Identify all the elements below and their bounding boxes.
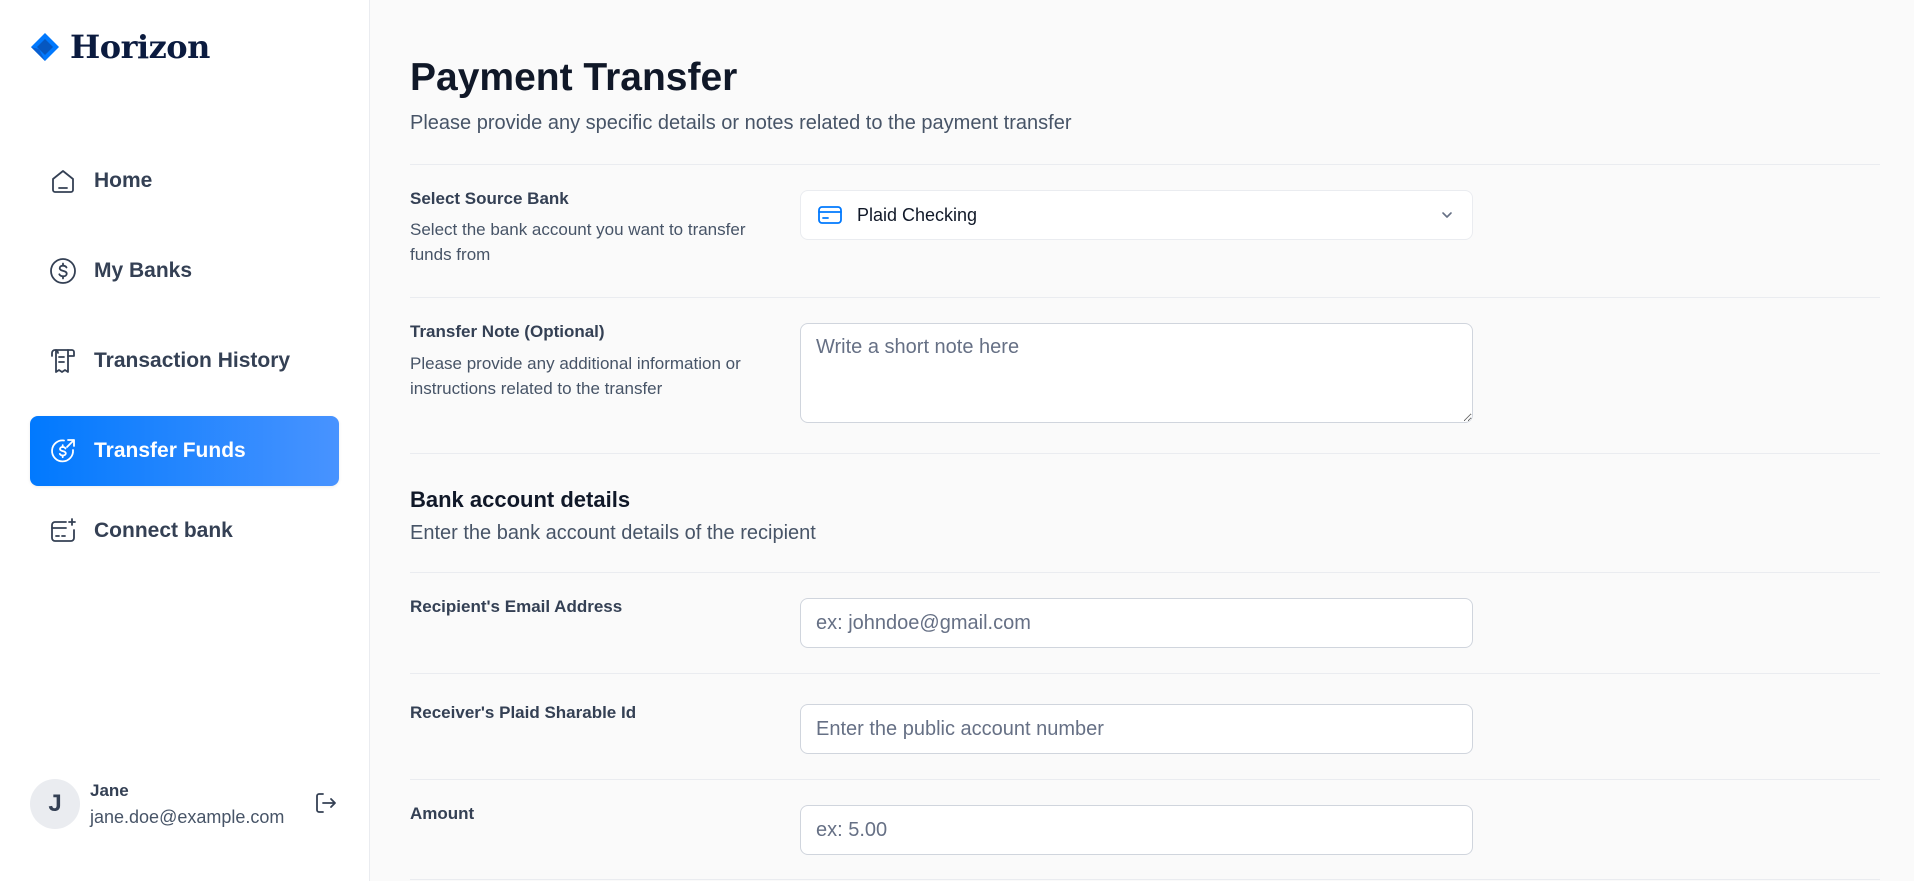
- dollar-circle-icon: [50, 258, 76, 284]
- bank-details-title: Bank account details: [410, 487, 631, 512]
- card-add-icon: [51, 518, 76, 542]
- page-title: Payment Transfer: [410, 56, 738, 99]
- divider: [410, 297, 1880, 298]
- user-email: jane.doe@example.com: [90, 806, 285, 827]
- transfer-note-description: Please provide any additional informatio…: [410, 354, 741, 398]
- avatar[interactable]: J: [30, 779, 80, 829]
- source-bank-value: Plaid Checking: [857, 204, 978, 225]
- sharable-id-label: Receiver's Plaid Sharable Id: [410, 703, 637, 722]
- money-send-icon: [51, 439, 75, 463]
- divider: [410, 673, 1880, 674]
- sidebar-item-label: Connect bank: [94, 519, 233, 542]
- sidebar-item-transfer-funds[interactable]: Transfer Funds: [30, 416, 339, 486]
- brand-name: Horizon: [70, 28, 210, 66]
- logout-icon[interactable]: [312, 789, 340, 817]
- sidebar-item-label: Home: [94, 169, 153, 192]
- home-icon: [52, 170, 74, 193]
- divider: [410, 779, 1880, 780]
- amount-input[interactable]: [800, 805, 1473, 855]
- divider: [410, 164, 1880, 165]
- amount-label: Amount: [410, 804, 475, 823]
- user-profile: J Jane jane.doe@example.com: [30, 776, 340, 832]
- bank-details-subtitle: Enter the bank account details of the re…: [410, 522, 816, 544]
- recipient-email-input[interactable]: [800, 598, 1473, 648]
- user-name: Jane: [90, 780, 129, 800]
- source-bank-label: Select Source Bank: [410, 189, 569, 208]
- divider: [410, 879, 1880, 880]
- divider: [410, 572, 1880, 573]
- horizon-logo-icon: [31, 33, 59, 61]
- transfer-note-label: Transfer Note (Optional): [410, 322, 605, 341]
- sidebar-item-connect-bank[interactable]: Connect bank: [30, 496, 339, 566]
- source-bank-select[interactable]: Plaid Checking: [800, 190, 1473, 240]
- user-info: Jane jane.doe@example.com: [90, 781, 284, 828]
- receipt-icon: [51, 349, 75, 373]
- sidebar-item-label: Transaction History: [94, 349, 291, 372]
- sidebar-item-label: My Banks: [94, 259, 193, 282]
- source-bank-description: Select the bank account you want to tran…: [410, 220, 746, 264]
- chevron-down-icon: [1442, 212, 1452, 218]
- recipient-email-label: Recipient's Email Address: [410, 597, 623, 616]
- sidebar-item-home[interactable]: Home: [30, 146, 339, 216]
- divider: [410, 453, 1880, 454]
- sharable-id-input[interactable]: [800, 704, 1473, 754]
- page-subtitle: Please provide any specific details or n…: [410, 112, 1072, 134]
- sidebar-item-transaction-history[interactable]: Transaction History: [30, 326, 339, 396]
- transfer-note-textarea[interactable]: [800, 323, 1473, 423]
- sidebar-item-my-banks[interactable]: My Banks: [30, 236, 339, 306]
- sidebar-item-label: Transfer Funds: [94, 439, 246, 462]
- credit-card-icon: [818, 206, 842, 224]
- sidebar: Horizon Home My Banks Transaction Histor…: [0, 0, 370, 881]
- brand[interactable]: Horizon: [30, 28, 210, 66]
